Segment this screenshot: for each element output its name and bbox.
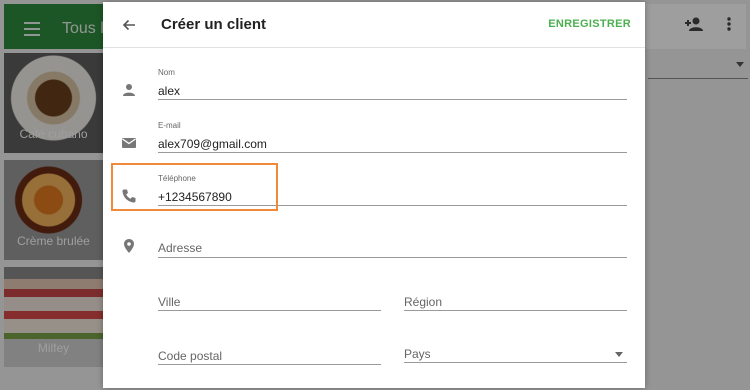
person-icon <box>123 84 135 96</box>
back-arrow-icon[interactable] <box>119 15 139 35</box>
region-field[interactable]: Région <box>404 284 627 311</box>
email-value: alex709@gmail.com <box>158 137 267 151</box>
address-field[interactable]: Adresse <box>158 230 627 258</box>
country-placeholder: Pays <box>404 347 431 361</box>
name-field[interactable]: Nom alex <box>158 64 627 100</box>
postal-code-field[interactable]: Code postal <box>158 338 381 365</box>
city-field[interactable]: Ville <box>158 284 381 311</box>
dropdown-arrow-icon <box>615 352 623 357</box>
postal-code-placeholder: Code postal <box>158 349 223 363</box>
save-button[interactable]: ENREGISTRER <box>548 18 631 30</box>
name-value: alex <box>158 84 181 98</box>
country-select[interactable]: Pays <box>404 338 627 363</box>
email-label: E-mail <box>158 121 181 130</box>
address-placeholder: Adresse <box>158 241 203 255</box>
phone-field-highlight <box>111 163 278 211</box>
name-label: Nom <box>158 68 175 77</box>
region-placeholder: Région <box>404 295 443 309</box>
email-field[interactable]: E-mail alex709@gmail.com <box>158 117 627 153</box>
location-pin-icon <box>124 239 134 253</box>
dialog-header: Créer un client ENREGISTRER <box>103 2 645 48</box>
city-placeholder: Ville <box>158 295 181 309</box>
email-icon <box>122 138 136 148</box>
dialog-title: Créer un client <box>161 16 267 33</box>
